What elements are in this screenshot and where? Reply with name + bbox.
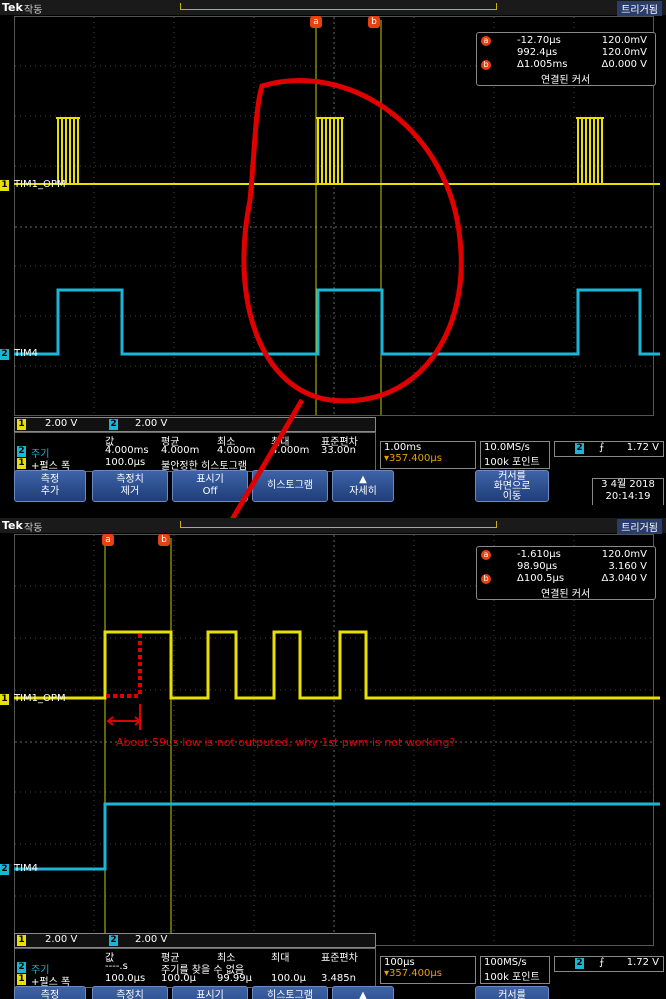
trigger-level-2: 1.72 V <box>626 957 659 968</box>
acquisition-box-2[interactable]: 100MS/s 100k 포인트 <box>480 956 550 984</box>
meas-r2-max-2: 100.0µ <box>271 973 306 984</box>
channel-scale-bar-2: 1 2.00 V 2 2.00 V <box>14 933 376 948</box>
ch1-trace-2 <box>14 630 660 700</box>
hdr-std-2: 표준편차 <box>321 953 358 964</box>
cursor-a-time-2: -1.610µs <box>517 549 561 560</box>
measurement-table-2[interactable]: 값 평균 최소 최대 표준편차 2 주기 ----.s 주기를 찾을 수 없음 … <box>14 948 376 988</box>
annotation-marks <box>106 634 142 730</box>
histogram-button-2[interactable]: 히스토그램 <box>252 986 328 999</box>
record-length-2: 100k 포인트 <box>484 972 540 983</box>
bottom-scope-screen: Tek 작동 트리거됨 About 59us low is not output… <box>0 518 666 999</box>
meas-r2-value-2: 100.0µs <box>105 973 146 984</box>
ch1-marker-2[interactable]: 1 <box>0 694 9 705</box>
cursor-b-volt-2: 3.160 V <box>608 561 647 572</box>
ch2-marker-2[interactable]: 2 <box>0 864 9 875</box>
ch1-scale-2[interactable]: 2.00 V <box>45 934 77 945</box>
timebase-2: 100µs <box>384 957 415 968</box>
meas-r2-ch-2: 1 <box>17 974 26 985</box>
meas-r1-ch-2: 2 <box>17 962 26 973</box>
cursor-readout-2: a -1.610µs 120.0mV 98.90µs 3.160 V b Δ100.5µ… <box>476 546 656 600</box>
bottom-button-row-2: 측정 측정치 표시기 히스토그램 ▲ 커서를 <box>0 986 666 999</box>
indicator-button-2[interactable]: 표시기 <box>172 986 248 999</box>
ch2-scale-2[interactable]: 2.00 V <box>135 934 167 945</box>
cursor-b-icon-2: b <box>481 574 491 584</box>
meas-r2-mean-2: 100.0µ <box>161 973 196 984</box>
add-measurement-button-2[interactable]: 측정 <box>14 986 86 999</box>
meas-r2-min-2: 99.99µ <box>217 973 252 984</box>
delta-volt-2: Δ3.040 V <box>601 573 648 584</box>
cursor-a-volt-2: 120.0mV <box>601 549 647 560</box>
cursor-b-time-2: 98.90µs <box>517 561 558 572</box>
cursor-to-screen-button-2[interactable]: 커서를 <box>475 986 549 999</box>
ch1-label-2: TIM1_OPM <box>14 693 66 704</box>
ch2-trace-2 <box>14 802 660 871</box>
trigger-slope-icon-2: ⨍ <box>599 957 605 968</box>
ch2-scale-icon-2: 2 <box>109 935 118 946</box>
linked-cursor-label-2: 연결된 커서 <box>541 589 591 600</box>
cursor-a-tag-2[interactable]: a <box>102 534 114 546</box>
remove-measurement-button-2[interactable]: 측정치 <box>92 986 168 999</box>
trigger-source-2: 2 <box>575 958 584 969</box>
sample-rate-2: 100MS/s <box>484 957 527 968</box>
trigger-box-2[interactable]: 2 ⨍ 1.72 V <box>554 956 664 972</box>
meas-r1-value-2: ----.s <box>105 961 128 972</box>
horizontal-box-2[interactable]: 100µs ▾357.400µs <box>380 956 476 984</box>
hdr-max-2: 최대 <box>271 953 290 964</box>
cursor-a-icon-2: a <box>481 550 491 560</box>
caret-up-icon-2: ▲ <box>359 990 367 999</box>
meas-r2-std-2: 3.485n <box>321 973 356 984</box>
ch2-label-2: TIM4 <box>14 863 39 874</box>
details-button-2[interactable]: ▲ <box>332 986 394 999</box>
ch1-scale-icon-2: 1 <box>17 935 26 946</box>
annotation-text: About 59us low is not outputed, why 1st … <box>116 736 456 749</box>
cursor-b-tag-2[interactable]: b <box>158 534 170 546</box>
trigger-delay-2: ▾357.400µs <box>384 968 442 979</box>
delta-time-2: Δ100.5µs <box>517 573 565 584</box>
